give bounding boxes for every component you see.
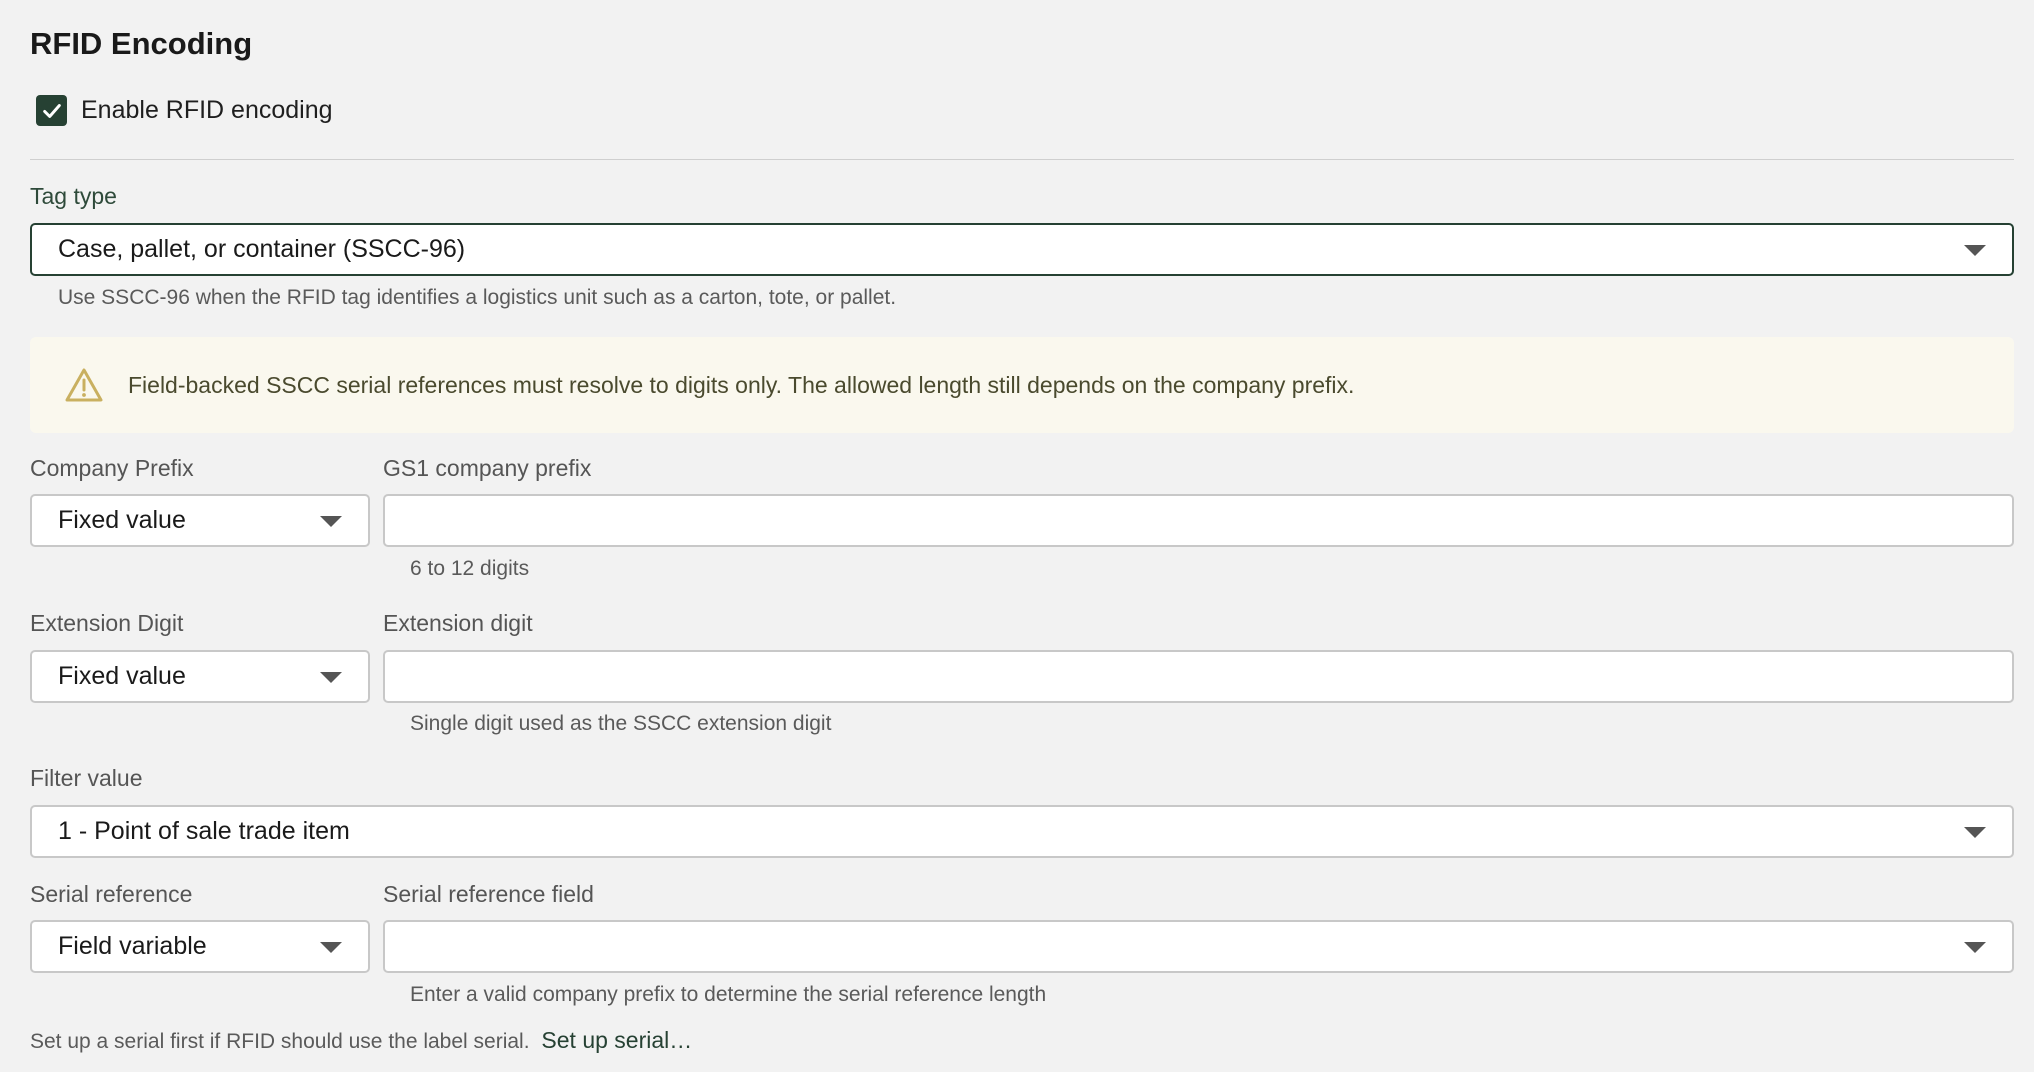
serial-reference-field-select[interactable] — [383, 920, 2014, 973]
warning-banner: Field-backed SSCC serial references must… — [30, 337, 2014, 433]
extension-digit-mode-value: Fixed value — [58, 662, 186, 690]
enable-rfid-checkbox-row[interactable]: Enable RFID encoding — [36, 95, 333, 126]
footer-note: Set up a serial first if RFID should use… — [30, 1027, 692, 1054]
chevron-down-icon — [320, 515, 342, 527]
extension-digit-help: Single digit used as the SSCC extension … — [410, 712, 832, 735]
serial-reference-mode-select[interactable]: Field variable — [30, 920, 370, 973]
chevron-down-icon — [320, 671, 342, 683]
tag-type-label: Tag type — [30, 183, 117, 209]
tag-type-select[interactable]: Case, pallet, or container (SSCC-96) — [30, 223, 2014, 276]
extension-digit-mode-select[interactable]: Fixed value — [30, 650, 370, 703]
serial-reference-label: Serial reference — [30, 881, 193, 907]
enable-rfid-label: Enable RFID encoding — [81, 96, 333, 124]
tag-type-help: Use SSCC-96 when the RFID tag identifies… — [58, 286, 897, 309]
chevron-down-icon — [1964, 244, 1986, 256]
serial-reference-field-label: Serial reference field — [383, 881, 594, 907]
company-prefix-mode-select[interactable]: Fixed value — [30, 494, 370, 547]
chevron-down-icon — [320, 941, 342, 953]
enable-rfid-checkbox[interactable] — [36, 95, 67, 126]
gs1-company-prefix-input[interactable] — [383, 494, 2014, 547]
tag-type-value: Case, pallet, or container (SSCC-96) — [58, 235, 466, 263]
gs1-company-prefix-label: GS1 company prefix — [383, 455, 592, 481]
company-prefix-mode-value: Fixed value — [58, 506, 186, 534]
set-up-serial-link[interactable]: Set up serial… — [541, 1027, 692, 1053]
divider — [30, 159, 2014, 160]
extension-digit-label: Extension Digit — [30, 610, 184, 636]
extension-digit-input[interactable] — [383, 650, 2014, 703]
company-prefix-label: Company Prefix — [30, 455, 194, 481]
serial-reference-help: Enter a valid company prefix to determin… — [410, 983, 1047, 1006]
footer-text: Set up a serial first if RFID should use… — [30, 1030, 530, 1053]
warning-text: Field-backed SSCC serial references must… — [128, 371, 1355, 398]
chevron-down-icon — [1964, 941, 1986, 953]
serial-reference-mode-value: Field variable — [58, 932, 207, 960]
company-prefix-help: 6 to 12 digits — [410, 557, 530, 580]
filter-value-value: 1 - Point of sale trade item — [58, 817, 350, 845]
chevron-down-icon — [1964, 826, 1986, 838]
extension-digit-field-label: Extension digit — [383, 610, 533, 636]
checkmark-icon — [42, 103, 61, 118]
filter-value-select[interactable]: 1 - Point of sale trade item — [30, 805, 2014, 858]
section-title: RFID Encoding — [30, 26, 253, 61]
warning-icon — [65, 368, 103, 402]
rfid-encoding-panel: RFID Encoding Enable RFID encoding Tag t… — [0, 0, 2034, 1072]
filter-value-label: Filter value — [30, 765, 143, 791]
